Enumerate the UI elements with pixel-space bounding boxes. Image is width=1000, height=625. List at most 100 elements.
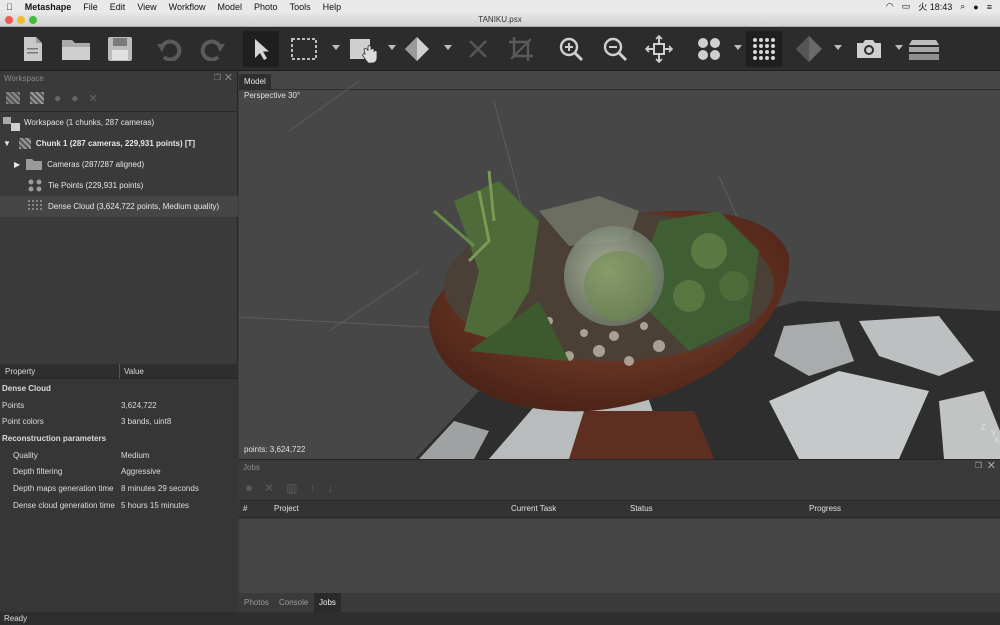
battery-icon[interactable]: ▭ (902, 1, 911, 12)
menu-workflow[interactable]: Workflow (163, 2, 212, 12)
tab-photos[interactable]: Photos (239, 593, 274, 613)
status-bar: Ready (0, 612, 1000, 625)
start-icon[interactable]: ⏺ (246, 481, 252, 496)
property-row[interactable]: Point colors 3 bands, uint8 (0, 413, 238, 429)
add-chunk-icon[interactable] (6, 92, 20, 104)
clock[interactable]: 火 18:43 (918, 0, 952, 13)
navigation-icon[interactable] (243, 31, 279, 67)
tree-dense-cloud[interactable]: Dense Cloud (3,624,722 points, Medium qu… (0, 196, 238, 217)
property-row[interactable]: Depth filtering Aggressive (0, 463, 238, 479)
pot-base (569, 411, 714, 459)
new-icon[interactable] (15, 31, 51, 67)
selection-dropdown-icon[interactable] (332, 45, 340, 50)
minimize-window-button[interactable] (17, 16, 25, 24)
show-cameras-icon[interactable] (691, 31, 727, 67)
tie-points-label: Tie Points (229,931 points) (48, 181, 144, 190)
zoom-in-icon[interactable] (553, 31, 589, 67)
property-row[interactable]: Quality Medium (0, 447, 238, 463)
wifi-icon[interactable]: ◠ (886, 1, 894, 12)
property-row[interactable]: Depth maps generation time 8 minutes 29 … (0, 480, 238, 496)
capture-view-icon[interactable] (851, 31, 887, 67)
menu-tools[interactable]: Tools (284, 2, 317, 12)
enable-icon[interactable]: ● (54, 91, 61, 105)
add-photos-icon[interactable] (30, 92, 44, 104)
open-icon[interactable] (58, 31, 94, 67)
tree-chunk[interactable]: ▼ Chunk 1 (287 cameras, 229,931 points) … (0, 133, 238, 154)
float-jobs-icon[interactable]: ❐ (975, 461, 982, 470)
menu-view[interactable]: View (131, 2, 162, 12)
move-dropdown-icon[interactable] (388, 45, 396, 50)
status-text: Ready (4, 614, 28, 623)
jobs-panel: Jobs ❐ ✕ ⏺ ✕ ▥ ↑ ↓ # Project Current Tas… (239, 459, 1000, 613)
tab-jobs[interactable]: Jobs (314, 593, 341, 613)
dense-cloud-label: Dense Cloud (3,624,722 points, Medium qu… (48, 202, 220, 211)
chunk-expand-icon[interactable]: ▼ (3, 139, 11, 148)
col-current-task[interactable]: Current Task (511, 504, 556, 513)
property-key: Dense cloud generation time (13, 500, 115, 510)
menu-app-name[interactable]: Metashape (19, 2, 78, 12)
notification-icon[interactable]: ≡ (987, 2, 992, 12)
delete-job-icon[interactable]: ▥ (286, 481, 297, 495)
dense-cloud-icon (27, 199, 43, 215)
float-panel-icon[interactable]: ❐ (214, 73, 221, 82)
axis-z-label: Z (981, 423, 986, 432)
menu-edit[interactable]: Edit (104, 2, 132, 12)
tree-tie-points[interactable]: Tie Points (229,931 points) (0, 175, 238, 196)
col-project[interactable]: Project (274, 504, 299, 513)
delete-icon[interactable] (460, 31, 496, 67)
value-column-header[interactable]: Value (124, 367, 144, 376)
tree-workspace-root[interactable]: Workspace (1 chunks, 287 cameras) (0, 112, 238, 133)
spotlight-icon[interactable]: ⌕ (960, 1, 965, 12)
col-index[interactable]: # (243, 504, 247, 513)
model-dropdown-icon[interactable] (834, 45, 842, 50)
user-icon[interactable]: ● (973, 2, 978, 12)
menu-help[interactable]: Help (317, 2, 348, 12)
capture-dropdown-icon[interactable] (895, 45, 903, 50)
show-points-icon[interactable] (746, 31, 782, 67)
redo-icon[interactable] (195, 31, 231, 67)
crop-icon[interactable] (503, 31, 539, 67)
property-value: 5 hours 15 minutes (121, 500, 190, 510)
menu-photo[interactable]: Photo (248, 2, 284, 12)
remove-icon[interactable]: ✕ (89, 92, 98, 105)
menu-file[interactable]: File (77, 2, 104, 12)
jobs-list[interactable] (239, 519, 1000, 593)
move-region-icon[interactable] (345, 31, 381, 67)
col-status[interactable]: Status (630, 504, 653, 513)
properties-header: Property Value (0, 364, 238, 379)
layers-icon[interactable] (906, 31, 942, 67)
rectangle-selection-icon[interactable] (286, 31, 322, 67)
main-toolbar (0, 27, 1000, 71)
apple-icon[interactable]:  (0, 2, 19, 12)
property-row[interactable]: Dense cloud generation time 5 hours 15 m… (0, 497, 238, 513)
close-jobs-icon[interactable]: ✕ (987, 459, 996, 472)
rotate-region-icon[interactable] (399, 31, 435, 67)
undo-icon[interactable] (151, 31, 187, 67)
points-count: points: 3,624,722 (244, 445, 306, 454)
tree-cameras[interactable]: ▶ Cameras (287/287 aligned) (0, 154, 238, 175)
tab-console[interactable]: Console (274, 593, 313, 613)
stop-icon[interactable]: ✕ (264, 481, 274, 495)
col-progress[interactable]: Progress (809, 504, 841, 513)
model-viewport[interactable]: Model Perspective 30° Z Y X points: 3,62… (239, 71, 1000, 459)
zoom-out-icon[interactable] (597, 31, 633, 67)
folder-icon (26, 158, 43, 172)
cameras-expand-icon[interactable]: ▶ (14, 160, 20, 169)
close-window-button[interactable] (5, 16, 13, 24)
show-model-icon[interactable] (791, 31, 827, 67)
disable-icon[interactable]: ● (71, 91, 78, 105)
move-down-icon[interactable]: ↓ (327, 481, 333, 495)
tie-points-icon (27, 178, 43, 194)
move-up-icon[interactable]: ↑ (309, 481, 315, 495)
menu-model[interactable]: Model (212, 2, 249, 12)
zoom-window-button[interactable] (29, 16, 37, 24)
close-panel-icon[interactable]: ✕ (224, 71, 233, 84)
rotate-dropdown-icon[interactable] (444, 45, 452, 50)
reset-view-icon[interactable] (641, 31, 677, 67)
workspace-panel-header: Workspace ❐ ✕ (0, 71, 237, 85)
property-row[interactable]: Points 3,624,722 (0, 397, 238, 413)
property-column-header[interactable]: Property (5, 367, 35, 376)
save-icon[interactable] (102, 31, 138, 67)
model-scene[interactable]: Z Y X (239, 71, 1000, 459)
cameras-dropdown-icon[interactable] (734, 45, 742, 50)
